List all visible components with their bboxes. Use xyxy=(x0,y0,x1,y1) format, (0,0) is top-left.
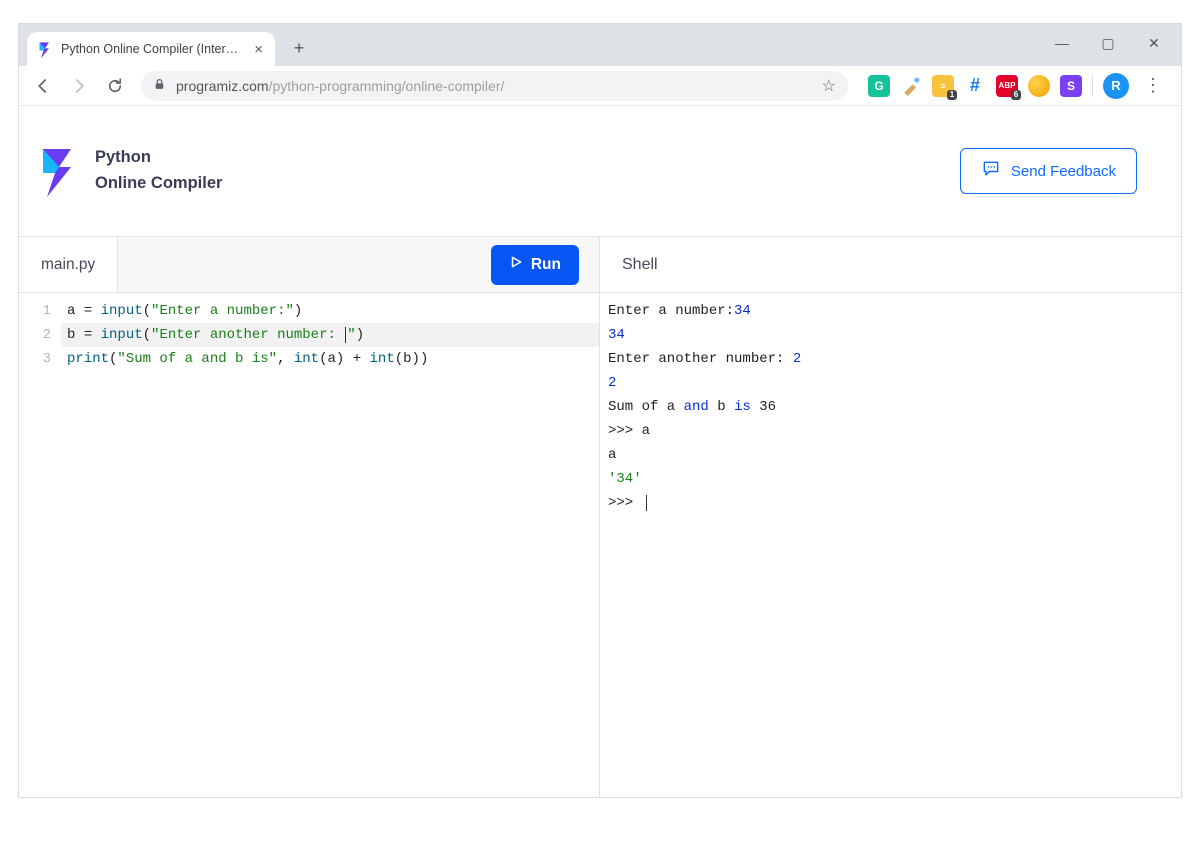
shell-pane: Shell Enter a number:34 34 Enter another… xyxy=(600,237,1181,797)
shell-line: Enter a number:34 xyxy=(608,299,1173,323)
brand-line1: Python xyxy=(95,145,222,171)
shell-line: a xyxy=(608,443,1173,467)
shell-line: '34' xyxy=(608,467,1173,491)
forward-button[interactable] xyxy=(63,70,95,102)
file-tab[interactable]: main.py xyxy=(19,237,118,292)
workspace: main.py Run 1 2 3 xyxy=(19,236,1181,797)
shell-pane-header: Shell xyxy=(600,237,1181,293)
window-controls: — ▢ ✕ xyxy=(1039,24,1177,62)
code-area[interactable]: a = input("Enter a number:") b = input("… xyxy=(61,293,599,371)
code-editor[interactable]: 1 2 3 a = input("Enter a number:") b = i… xyxy=(19,293,599,371)
shell-line: Sum of a and b is 36 xyxy=(608,395,1173,419)
page-header: Python Online Compiler Send Feedback xyxy=(19,106,1181,236)
run-label: Run xyxy=(531,256,561,274)
shell-prompt[interactable]: >>> xyxy=(608,491,1173,515)
brand-text: Python Online Compiler xyxy=(95,145,222,196)
brand: Python Online Compiler xyxy=(37,145,222,196)
new-tab-button[interactable]: + xyxy=(285,34,313,62)
extension-grid-icon[interactable]: # xyxy=(964,75,986,97)
send-feedback-button[interactable]: Send Feedback xyxy=(960,148,1137,194)
toolbar: programiz.com/python-programming/online-… xyxy=(19,66,1181,106)
shell-line: 2 xyxy=(608,371,1173,395)
run-button[interactable]: Run xyxy=(491,245,579,285)
brand-logo-icon xyxy=(37,147,81,195)
shell-line: 34 xyxy=(608,323,1173,347)
tab-close-icon[interactable]: × xyxy=(252,41,265,58)
url-text: programiz.com/python-programming/online-… xyxy=(176,78,812,94)
profile-avatar[interactable]: R xyxy=(1103,73,1129,99)
editor-cursor xyxy=(345,327,346,343)
shell-output[interactable]: Enter a number:34 34 Enter another numbe… xyxy=(600,293,1181,521)
extension-abp-badge: 6 xyxy=(1011,90,1021,100)
toolbar-separator xyxy=(1092,75,1093,97)
line-number-gutter: 1 2 3 xyxy=(19,293,61,371)
reload-button[interactable] xyxy=(99,70,131,102)
code-line[interactable]: print("Sum of a and b is", int(a) + int(… xyxy=(61,347,599,371)
code-line[interactable]: a = input("Enter a number:") xyxy=(61,299,599,323)
tab-title: Python Online Compiler (Interpreter) xyxy=(61,42,244,56)
browser-menu-icon[interactable]: ⋮ xyxy=(1139,75,1167,96)
extension-s-icon[interactable]: S xyxy=(1060,75,1082,97)
extension-notes-badge: 1 xyxy=(947,90,957,100)
play-icon xyxy=(509,255,523,274)
editor-pane: main.py Run 1 2 3 xyxy=(19,237,600,797)
bookmark-star-icon[interactable]: ☆ xyxy=(822,76,836,96)
tab-favicon xyxy=(37,41,53,57)
extension-color-picker-icon[interactable] xyxy=(900,75,922,97)
editor-pane-header: main.py Run xyxy=(19,237,599,293)
extensions-row: G ≡ 1 # ABP 6 S R ⋮ xyxy=(858,73,1173,99)
extension-sphere-icon[interactable] xyxy=(1028,75,1050,97)
address-bar[interactable]: programiz.com/python-programming/online-… xyxy=(141,71,848,101)
extension-grammarly-icon[interactable]: G xyxy=(868,75,890,97)
browser-tab[interactable]: Python Online Compiler (Interpreter) × xyxy=(27,32,275,66)
window-maximize-button[interactable]: ▢ xyxy=(1085,24,1131,62)
extension-notes-icon[interactable]: ≡ 1 xyxy=(932,75,954,97)
page-content: Python Online Compiler Send Feedback mai… xyxy=(19,106,1181,797)
shell-title: Shell xyxy=(600,256,680,274)
brand-line2: Online Compiler xyxy=(95,171,222,197)
lock-icon xyxy=(153,78,166,94)
extension-abp-icon[interactable]: ABP 6 xyxy=(996,75,1018,97)
shell-line: Enter another number: 2 xyxy=(608,347,1173,371)
send-feedback-label: Send Feedback xyxy=(1011,163,1116,180)
titlebar: Python Online Compiler (Interpreter) × +… xyxy=(19,24,1181,66)
shell-cursor xyxy=(646,495,647,511)
shell-line: >>> a xyxy=(608,419,1173,443)
window-close-button[interactable]: ✕ xyxy=(1131,24,1177,62)
window-minimize-button[interactable]: — xyxy=(1039,24,1085,62)
code-line[interactable]: b = input("Enter another number: ") xyxy=(61,323,599,347)
browser-window: Python Online Compiler (Interpreter) × +… xyxy=(18,23,1182,798)
back-button[interactable] xyxy=(27,70,59,102)
chat-icon xyxy=(981,159,1001,183)
